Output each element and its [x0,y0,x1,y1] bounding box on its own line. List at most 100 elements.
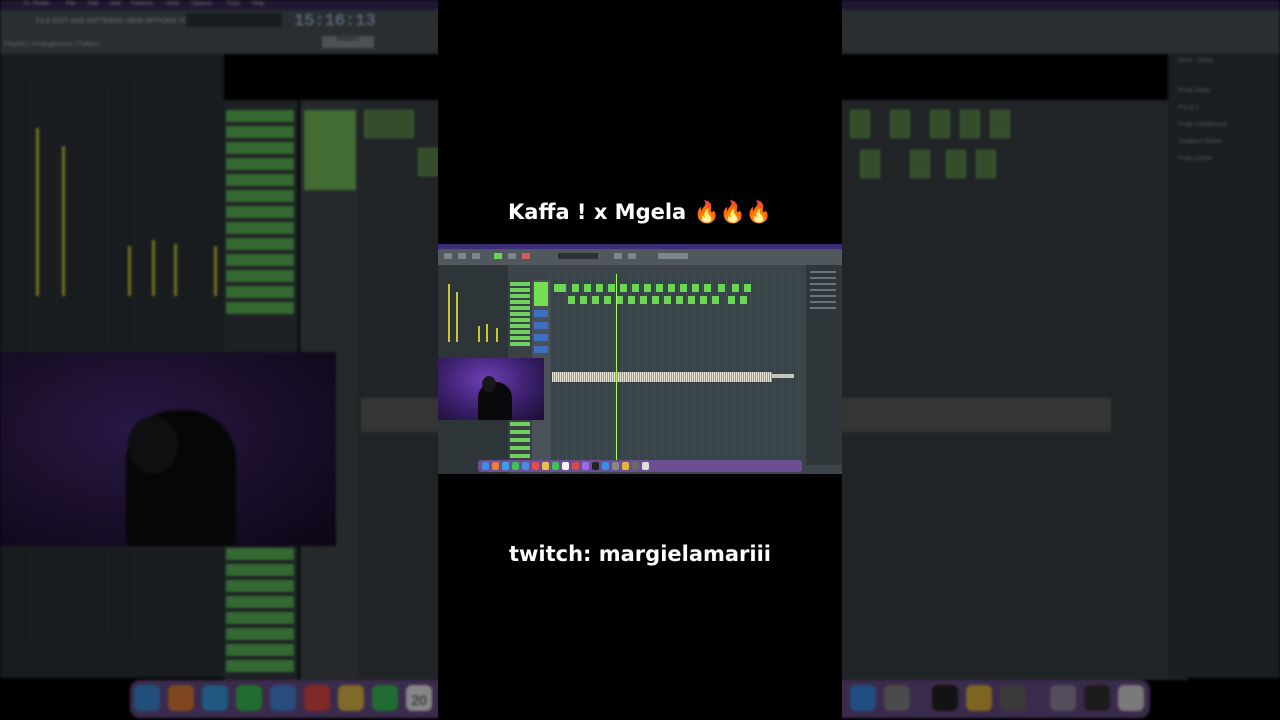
app-store-icon [850,685,876,711]
playhead[interactable] [616,274,617,464]
effect-slot[interactable] [810,301,836,303]
messages-icon[interactable] [512,462,519,470]
effect-slot[interactable] [810,283,836,285]
bg-clip [890,110,910,138]
streamer-head [482,376,496,392]
channel-button[interactable] [510,438,530,442]
bg-channel-button [226,142,294,154]
pattern-clip[interactable] [652,296,659,304]
toolbar-button[interactable] [458,253,466,259]
podcasts-icon[interactable] [582,462,589,470]
pattern-clip[interactable] [676,296,683,304]
audio-clip-tail[interactable] [772,374,794,378]
audio-clip-waveform[interactable] [552,372,772,382]
effect-slot[interactable] [810,289,836,291]
fl-studio-icon[interactable] [632,462,639,470]
pattern-clip[interactable] [592,296,599,304]
pattern-clip[interactable] [628,296,635,304]
pattern-item[interactable] [534,346,548,353]
calendar-icon[interactable] [562,462,569,470]
pattern-clip[interactable] [620,284,627,292]
chrome-icon[interactable] [622,462,629,470]
channel-button[interactable] [510,446,530,450]
photos-icon[interactable] [542,462,549,470]
bg-channel-button [226,110,294,122]
safari-icon[interactable] [502,462,509,470]
pattern-clip[interactable] [656,284,663,292]
pattern-item[interactable] [534,310,548,317]
bg-menu-tools: Tools [226,1,241,7]
system-settings-icon[interactable] [612,462,619,470]
toolbar-button[interactable] [472,253,480,259]
channel-button[interactable] [510,330,530,334]
pattern-clip[interactable] [632,284,639,292]
pattern-clip[interactable] [640,296,647,304]
toolbar-button[interactable] [444,253,452,259]
music-icon[interactable] [572,462,579,470]
pattern-clip[interactable] [740,296,747,304]
toolbar-button[interactable] [628,253,636,259]
pattern-clip[interactable] [580,296,587,304]
pattern-clip[interactable] [664,296,671,304]
channel-button[interactable] [510,342,530,346]
pattern-clip[interactable] [572,284,579,292]
channel-button[interactable] [510,300,530,304]
channel-button[interactable] [510,454,530,458]
channel-button[interactable] [510,422,530,426]
pattern-clip[interactable] [608,284,615,292]
pattern-clip[interactable] [692,284,699,292]
pattern-clip[interactable] [728,296,735,304]
channel-button[interactable] [510,430,530,434]
pattern-clip[interactable] [568,296,575,304]
channel-button[interactable] [510,306,530,310]
effect-slot[interactable] [810,295,836,297]
tv-icon[interactable] [592,462,599,470]
pattern-item[interactable] [534,322,548,329]
mail-icon[interactable] [522,462,529,470]
launchpad-icon[interactable] [492,462,499,470]
channel-button[interactable] [510,288,530,292]
pattern-clip[interactable] [616,296,623,304]
pattern-clip[interactable] [604,296,611,304]
pattern-clip[interactable] [596,284,603,292]
pattern-clip[interactable] [744,284,751,292]
channel-button[interactable] [510,282,530,286]
pattern-item[interactable] [534,334,548,341]
effect-slot[interactable] [810,271,836,273]
facetime-icon[interactable] [552,462,559,470]
stop-button[interactable] [508,253,516,259]
effect-slot[interactable] [810,307,836,309]
pattern-clip[interactable] [732,284,739,292]
pattern-clip[interactable] [700,296,707,304]
pattern-clip[interactable] [584,284,591,292]
finder-icon[interactable] [482,462,489,470]
bg-clip [860,150,880,178]
app-store-icon[interactable] [602,462,609,470]
channel-button[interactable] [510,336,530,340]
record-button[interactable] [522,253,530,259]
pattern-clip[interactable] [668,284,675,292]
channel-button[interactable] [510,294,530,298]
bg-clip [976,150,996,178]
trash-icon[interactable] [642,462,649,470]
bg-menu-file: File [66,1,76,7]
pattern-clip[interactable] [680,284,687,292]
pattern-clip[interactable] [554,284,566,292]
channel-button[interactable] [510,312,530,316]
pattern-item-selected[interactable] [534,282,548,306]
bg-audio-wave [362,398,438,432]
pattern-clip[interactable] [704,284,711,292]
play-button[interactable] [494,253,502,259]
toolbar-button[interactable] [614,253,622,259]
pattern-clip[interactable] [688,296,695,304]
channel-button[interactable] [510,324,530,328]
channel-button[interactable] [510,318,530,322]
pattern-clip[interactable] [712,296,719,304]
pattern-clip[interactable] [718,284,725,292]
maps-icon[interactable] [532,462,539,470]
effect-slot[interactable] [810,277,836,279]
pattern-selector[interactable] [658,253,688,259]
pattern-clip[interactable] [644,284,651,292]
launchpad-icon [168,685,194,711]
bg-mixer-inserts: Mixer - Delay Fruity Delay Pro-Q 3 Fruit… [1168,54,1280,678]
